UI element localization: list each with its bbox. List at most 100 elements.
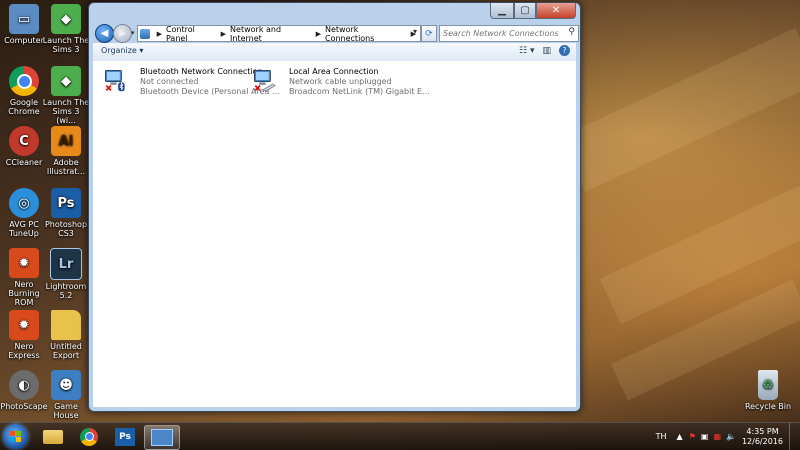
connection-name: Bluetooth Network Connection (140, 67, 263, 76)
network-connections-icon (151, 429, 173, 446)
start-button[interactable] (3, 424, 28, 449)
clock-time: 4:35 PM (746, 426, 779, 436)
back-button[interactable]: ◀ (95, 24, 114, 43)
desktop-icon-chrome[interactable]: Google Chrome (0, 66, 48, 116)
local-area-network-icon (253, 70, 276, 92)
chrome-icon (80, 427, 98, 446)
network-connections-window: ▁ ▢ ✕ ◀ ▶ ▾ ▶ Control Panel ▶ Network an… (88, 2, 581, 412)
desktop-icon-label: Nero Express (8, 342, 40, 360)
desktop-icon-sims3-wi[interactable]: ◆ Launch The Sims 3 (wi... (42, 66, 90, 125)
desktop-icon-label: Adobe Illustrat... (46, 158, 86, 176)
connection-device: Broadcom NetLink (TM) Gigabit E... (289, 87, 430, 96)
nero-icon: ✹ (9, 248, 39, 278)
photoshop-icon: Ps (115, 427, 135, 446)
recent-pages-dropdown[interactable]: ▾ (131, 29, 135, 37)
maximize-button[interactable]: ▢ (514, 3, 536, 19)
desktop-icon-label: Recycle Bin (744, 402, 792, 411)
search-icon[interactable]: ⚲ (568, 27, 575, 37)
desktop-icon-ccleaner[interactable]: C CCleaner (0, 126, 48, 167)
taskbar: Ps TH ▲ ⚑ ▣ ▦ 🔈 4:35 PM 12/6/2016 (0, 422, 800, 450)
wallpaper-streak (559, 27, 800, 193)
command-bar-right: ☷ ▾ ▥ ? (519, 45, 570, 56)
system-clock[interactable]: 4:35 PM 12/6/2016 (742, 427, 783, 447)
window-controls: ▁ ▢ ✕ (490, 3, 576, 19)
desktop-icon-label: CCleaner (5, 158, 43, 167)
desktop-icon-gamehouse[interactable]: ☻ Game House (42, 370, 90, 420)
ccleaner-icon: C (9, 126, 39, 156)
breadcrumb-network-connections[interactable]: Network Connections (325, 25, 407, 43)
address-bar[interactable]: ▶ Control Panel ▶ Network and Internet ▶… (137, 25, 421, 43)
chevron-down-icon: ▾ (529, 45, 535, 56)
forward-button[interactable]: ▶ (113, 24, 132, 43)
desktop-icon-label: Computer (4, 36, 44, 45)
desktop-icon-avg[interactable]: ◎ AVG PC TuneUp (0, 188, 48, 238)
illustrator-icon: Ai (51, 126, 81, 156)
refresh-icon: ⟳ (425, 28, 433, 39)
connection-status: Not connected (140, 77, 199, 86)
photoshop-icon: Ps (51, 188, 81, 218)
sims-icon: ◆ (51, 4, 81, 34)
tray-app-icon[interactable]: ▣ (701, 432, 709, 441)
desktop-icon-computer[interactable]: ▭ Computer (0, 4, 48, 45)
help-button[interactable]: ? (559, 45, 570, 56)
connection-item-bluetooth[interactable]: Bluetooth Network Connection Not connect… (99, 66, 280, 100)
desktop-icon-label: Photoshop CS3 (44, 220, 88, 238)
breadcrumb-separator-icon: ▶ (220, 29, 227, 38)
breadcrumb-separator-icon: ▶ (315, 29, 321, 38)
desktop-icon-photoshop[interactable]: Ps Photoshop CS3 (42, 188, 90, 238)
taskbar-explorer[interactable] (36, 425, 70, 448)
command-bar: Organize ▾ ☷ ▾ ▥ ? (93, 43, 576, 62)
desktop-icon-illustrator[interactable]: Ai Adobe Illustrat... (42, 126, 90, 176)
desktop-icon-label: Launch The Sims 3 (42, 36, 90, 54)
photoscape-icon: ◐ (9, 370, 39, 400)
breadcrumb-network-and-internet[interactable]: Network and Internet (230, 25, 312, 43)
desktop-icon-label: Google Chrome (8, 98, 40, 116)
sims-icon: ◆ (51, 66, 81, 96)
chevron-down-icon: ▾ (139, 46, 144, 55)
search-input[interactable] (440, 27, 561, 40)
desktop-icon-recycle-bin[interactable]: ♻ Recycle Bin (744, 370, 792, 411)
close-button[interactable]: ✕ (536, 3, 576, 19)
volume-icon[interactable]: 🔈 (726, 432, 736, 441)
explorer-icon (43, 429, 63, 444)
minimize-button[interactable]: ▁ (490, 3, 514, 19)
search-box: ⚲ (439, 25, 579, 42)
network-status-icon[interactable]: ▦ (713, 432, 721, 441)
desktop-icon-nero[interactable]: ✹ Nero Burning ROM (0, 248, 48, 307)
forward-arrow-icon: ▶ (118, 28, 127, 39)
desktop-icon-label: Untitled Export (50, 342, 82, 360)
taskbar-network-connections[interactable] (144, 425, 180, 450)
desktop-icon-untitled-export[interactable]: Untitled Export (42, 310, 90, 360)
desktop-icon-lightroom[interactable]: Lr Lightroom 5.2 (42, 248, 90, 300)
window-titlebar[interactable]: ▁ ▢ ✕ (89, 3, 580, 23)
view-options-icon: ☷ (519, 45, 528, 56)
show-desktop-button[interactable] (789, 423, 800, 450)
language-indicator[interactable]: TH (656, 432, 667, 441)
connections-list: Bluetooth Network Connection Not connect… (93, 61, 576, 407)
bluetooth-network-icon (105, 70, 125, 92)
help-icon: ? (562, 46, 567, 55)
preview-pane-icon: ▥ (542, 45, 551, 56)
lightroom-icon: Lr (50, 248, 82, 280)
address-dropdown-icon[interactable]: ▾ (413, 27, 417, 36)
clock-date: 12/6/2016 (741, 436, 783, 446)
windows-logo-icon (10, 431, 21, 442)
desktop-icon-nero-express[interactable]: ✹ Nero Express (0, 310, 48, 360)
show-hidden-icons-button[interactable]: ▲ (677, 432, 683, 441)
desktop-icon-sims3[interactable]: ◆ Launch The Sims 3 (42, 4, 90, 54)
connection-name: Local Area Connection (289, 67, 379, 76)
system-tray: TH ▲ ⚑ ▣ ▦ 🔈 4:35 PM 12/6/2016 (656, 423, 800, 450)
desktop-icon-photoscape[interactable]: ◐ PhotoScape (0, 370, 48, 411)
organize-label: Organize (101, 46, 137, 55)
desktop-icon-label: Game House (53, 402, 79, 420)
preview-pane-button[interactable]: ▥ (542, 46, 551, 56)
taskbar-chrome[interactable] (72, 425, 106, 448)
taskbar-photoshop[interactable]: Ps (108, 425, 142, 448)
connection-item-local-area[interactable]: Local Area Connection Network cable unpl… (248, 66, 430, 100)
action-center-flag-icon[interactable]: ⚑ (689, 432, 696, 441)
refresh-button[interactable]: ⟳ (421, 25, 437, 42)
organize-menu[interactable]: Organize ▾ (101, 46, 143, 55)
change-view-button[interactable]: ☷ ▾ (519, 46, 534, 56)
chrome-icon (9, 66, 39, 96)
breadcrumb-control-panel[interactable]: Control Panel (166, 25, 217, 43)
